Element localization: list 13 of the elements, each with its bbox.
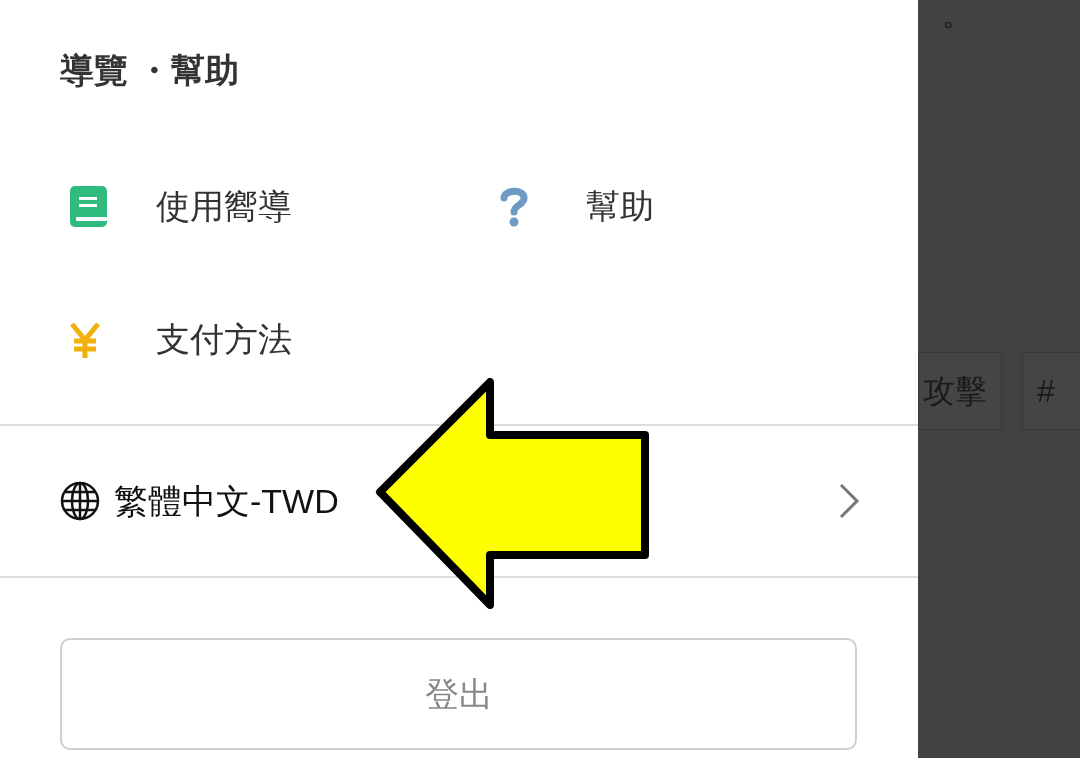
logout-button[interactable]: 登出 [60,638,857,750]
chevron-right-icon [838,482,860,520]
menu-item[interactable]: 幫助 [586,181,654,232]
tag: # [1022,352,1080,430]
drawer-title: 導覽 ・幫助 [60,49,240,91]
menu-item[interactable]: 支付方法 [156,314,292,365]
globe-icon [60,481,100,521]
language-label: 繁體中文-TWD [114,480,339,522]
book-icon [70,185,108,228]
background-text: 。 [941,0,973,30]
question-mark-icon [500,186,528,227]
yen-icon [70,321,100,358]
menu-item[interactable]: 使用嚮導 [156,181,292,232]
